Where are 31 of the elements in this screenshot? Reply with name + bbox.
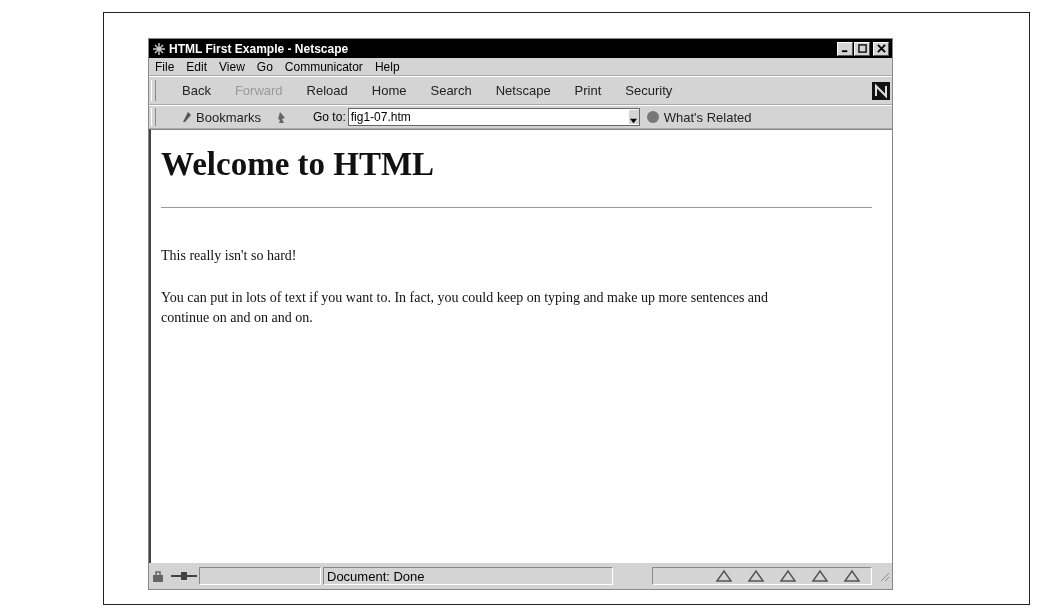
paragraph: This really isn't so hard! xyxy=(161,247,298,265)
menu-item[interactable]: Go xyxy=(256,59,273,74)
status-text: Document: Done xyxy=(323,567,613,585)
goto-label: Go to: xyxy=(313,110,346,124)
page-heading: Welcome to HTML xyxy=(161,146,436,183)
toolbar-button[interactable]: Print xyxy=(562,83,614,98)
toolbar-button[interactable]: Back xyxy=(160,83,223,98)
bookmarks-button[interactable]: Bookmarks xyxy=(174,108,268,126)
toolbar-button[interactable]: Security xyxy=(613,83,685,98)
menu-item[interactable]: Edit xyxy=(186,59,208,74)
close-icon xyxy=(876,44,886,53)
logo-icon xyxy=(872,81,890,100)
menu-item[interactable]: Help xyxy=(374,59,400,74)
paragraph: You can put in lots of text if you want to. In fact, you could keep on typing and make up more sentences and continue on and on and on. xyxy=(161,289,770,327)
maximize-button[interactable] xyxy=(854,41,870,56)
window-title: HTML First Example - Netscape xyxy=(169,41,350,56)
toolbar-button[interactable]: Netscape xyxy=(483,83,563,98)
menu-item[interactable]: View xyxy=(219,59,245,74)
close-button[interactable] xyxy=(873,41,889,56)
connection-icon xyxy=(171,569,197,583)
whats-related-button[interactable]: What's Related xyxy=(639,108,758,126)
toolbar-button[interactable]: Search xyxy=(418,83,484,98)
menu-item[interactable]: Communicator xyxy=(284,59,363,74)
menu-item[interactable]: File xyxy=(155,59,175,74)
minimize-button[interactable] xyxy=(837,41,853,56)
toolbar-button[interactable]: Reload xyxy=(294,83,360,98)
url-field[interactable]: fig1-07.htm xyxy=(347,108,640,126)
maximize-icon xyxy=(857,44,867,53)
app-icon xyxy=(152,41,166,56)
resize-grip-icon[interactable] xyxy=(878,570,890,582)
toolbar-button[interactable]: Home xyxy=(359,83,419,98)
